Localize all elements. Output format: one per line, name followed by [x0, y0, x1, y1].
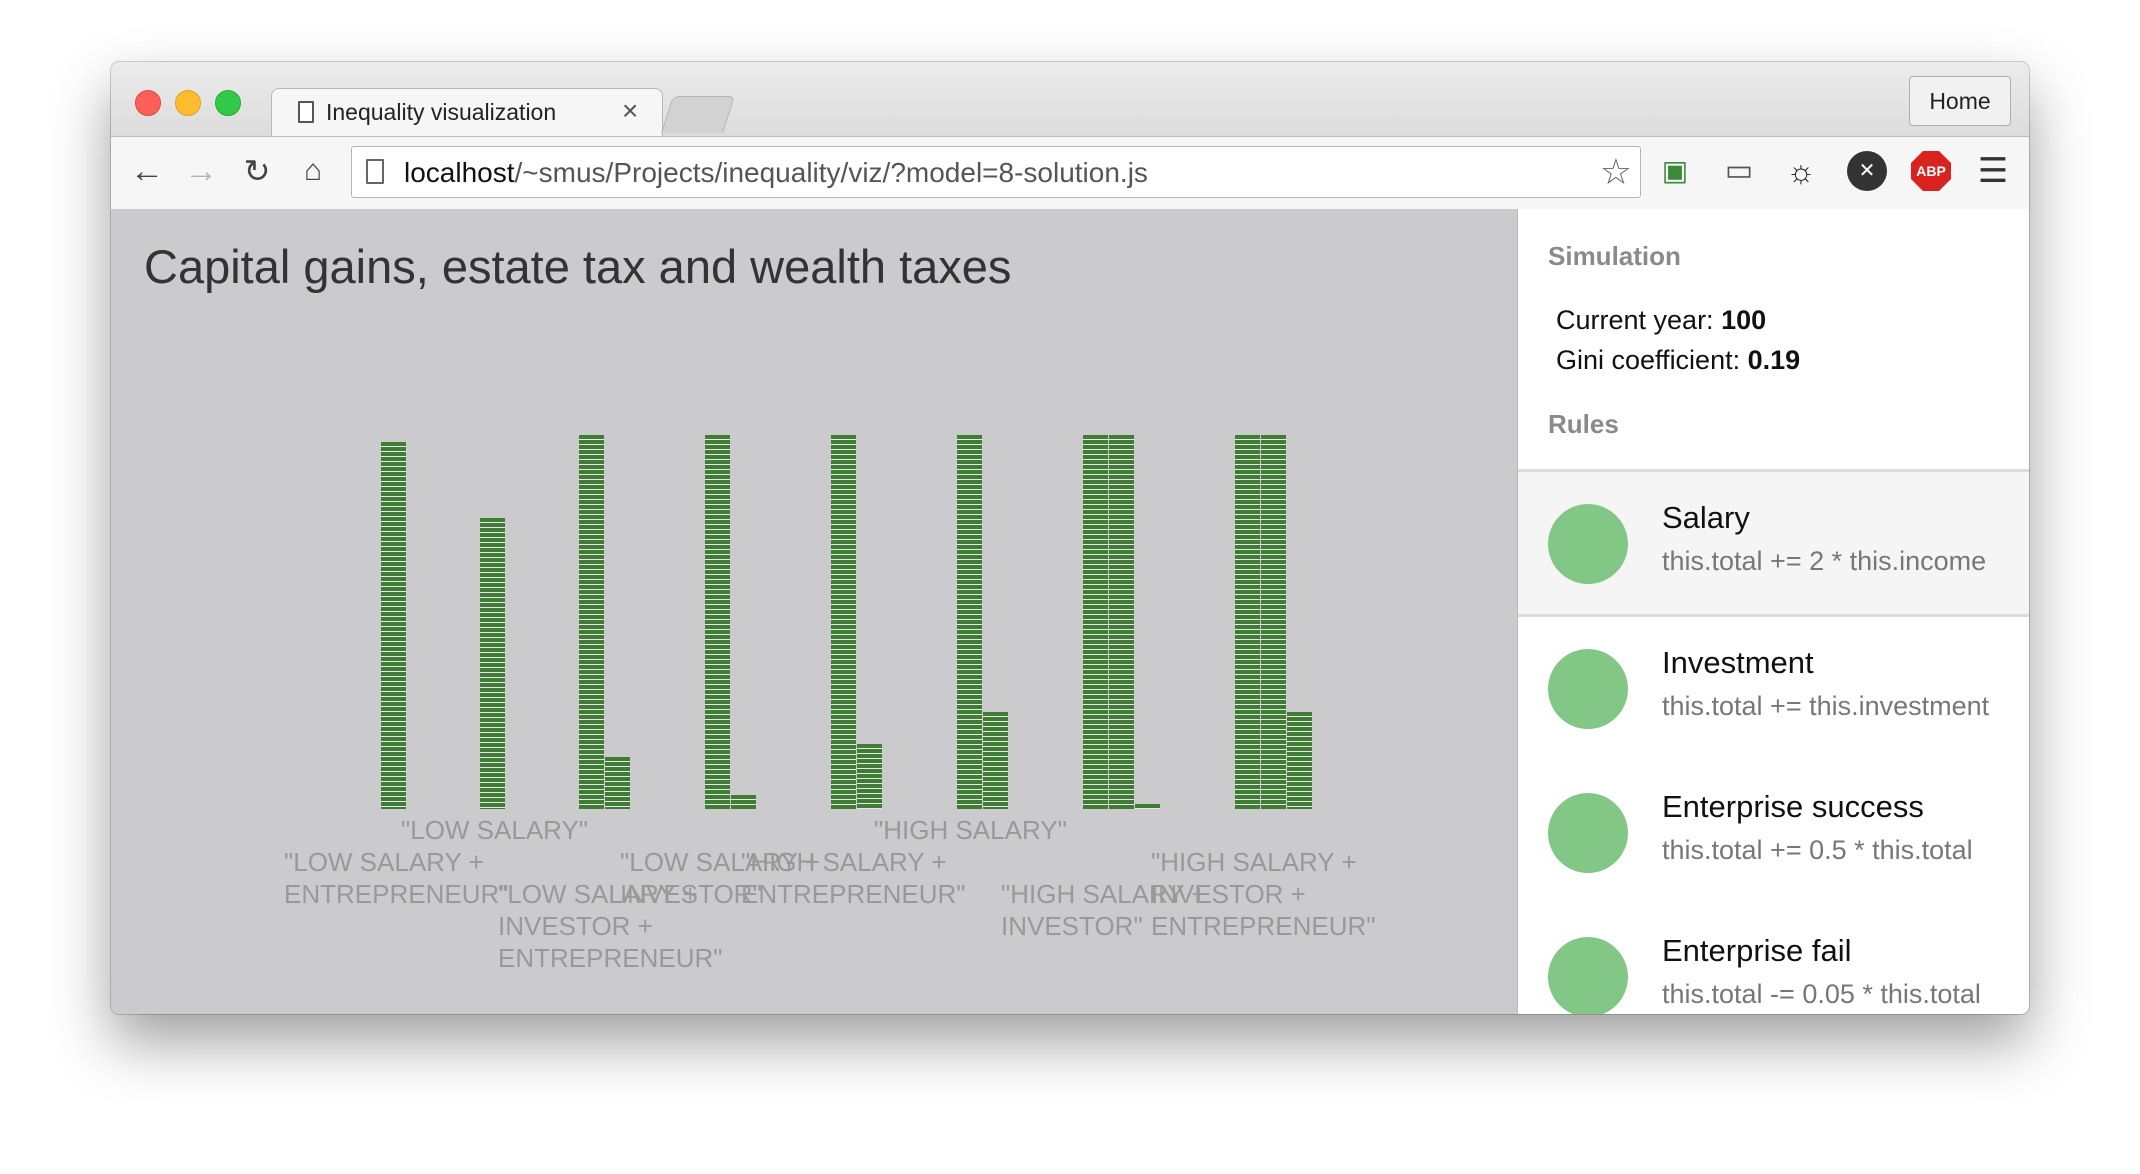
rule-code: this.total += 2 * this.income [1662, 546, 1987, 576]
main-content: Capital gains, estate tax and wealth tax… [111, 209, 1517, 1014]
wealth-bar [1109, 435, 1134, 809]
category-label-line: ENTREPRENEUR" [498, 943, 723, 973]
gini-value: 0.19 [1747, 345, 1801, 375]
wealth-bar [1287, 712, 1312, 809]
url-host: localhost [404, 157, 515, 188]
wealth-bar [579, 435, 604, 809]
url-path: /~smus/Projects/inequality/viz/?model=8-… [514, 157, 1148, 188]
category-label-line: "HIGH SALARY + [741, 847, 947, 877]
wealth-bar [480, 518, 505, 809]
back-arrow-icon[interactable]: ← [127, 151, 167, 191]
browser-toolbar: ← → ↻ ⌂ localhost/~smus/Projects/inequal… [111, 136, 2029, 210]
rule-code: this.total -= 0.05 * this.total [1662, 979, 1981, 1009]
sidebar: Simulation Current year: 100 Gini coeffi… [1517, 209, 2029, 1014]
category-label-line: "LOW SALARY" [401, 815, 589, 845]
tab-title: Inequality visualization [326, 99, 557, 125]
rule-name: Enterprise success [1662, 789, 1924, 824]
maximize-window-button[interactable] [215, 90, 241, 116]
document-icon [298, 101, 314, 123]
extension-close-icon[interactable]: ✕ [1847, 151, 1887, 191]
rule-status-indicator [1548, 504, 1628, 584]
wealth-bar [831, 435, 856, 809]
current-year: Current year: 100 [1556, 305, 1766, 336]
rule-code: this.total += this.investment [1662, 691, 1990, 721]
close-window-button[interactable] [135, 90, 161, 116]
current-year-value: 100 [1721, 305, 1767, 335]
wealth-bar [1135, 804, 1160, 809]
category-label-line: INVESTOR + [1151, 879, 1306, 909]
forward-arrow-icon[interactable]: → [181, 151, 221, 191]
rule-code: this.total += 0.5 * this.total [1662, 835, 1973, 865]
category-label-line: ENTREPRENEUR" [741, 879, 966, 909]
rule-enterprise-fail[interactable]: Enterprise fail this.total -= 0.05 * thi… [1518, 905, 2029, 1014]
category-label-line: "LOW SALARY + [498, 879, 698, 909]
reload-icon[interactable]: ↻ [237, 151, 277, 191]
browser-window: Inequality visualization × Home ← → ↻ ⌂ … [111, 62, 2029, 1014]
category-label: "LOW SALARY + INVESTOR + ENTREPRENEUR" [498, 878, 722, 974]
wealth-bar [983, 712, 1008, 809]
rule-status-indicator [1548, 649, 1628, 729]
minimize-window-button[interactable] [175, 90, 201, 116]
category-label-line: ENTREPRENEUR" [1151, 911, 1376, 941]
menu-icon[interactable]: ☰ [1973, 151, 2013, 191]
cast-icon[interactable]: ▭ [1719, 151, 1759, 191]
wealth-bar [1083, 435, 1108, 809]
wealth-bar [381, 442, 406, 809]
wealth-bar [705, 435, 730, 809]
category-label: "LOW SALARY + ENTREPRENEUR" [284, 846, 508, 910]
rule-salary[interactable]: Salary this.total += 2 * this.income [1518, 469, 2029, 617]
category-label-line: "LOW SALARY + [284, 847, 484, 877]
category-label-line: INVESTOR + [498, 911, 653, 941]
extension-screenshot-icon[interactable]: ▣ [1655, 151, 1695, 191]
title-bar: Inequality visualization × Home [111, 62, 2029, 137]
adblock-icon[interactable]: ABP [1911, 151, 1951, 191]
simulation-heading: Simulation [1548, 241, 1681, 271]
category-label: "HIGH SALARY" [874, 814, 1067, 846]
home-icon[interactable]: ⌂ [293, 151, 333, 191]
bookmark-star-icon[interactable]: ☆ [1600, 151, 1632, 193]
wealth-bar [857, 744, 882, 809]
tab-close-icon[interactable]: × [622, 95, 638, 127]
rule-status-indicator [1548, 937, 1628, 1014]
url-text: localhost/~smus/Projects/inequality/viz/… [404, 157, 1148, 189]
category-label: "LOW SALARY" [401, 814, 588, 846]
category-label-line: "HIGH SALARY" [874, 815, 1067, 845]
rules-heading: Rules [1548, 409, 1619, 439]
wealth-bar [1261, 435, 1286, 809]
rule-status-indicator [1548, 793, 1628, 873]
new-tab-button[interactable] [660, 96, 736, 133]
category-label-line: ENTREPRENEUR" [284, 879, 509, 909]
wealth-bar [605, 757, 630, 809]
wealth-bar [731, 795, 756, 809]
current-year-label: Current year: [1556, 305, 1714, 335]
rule-enterprise-success[interactable]: Enterprise success this.total += 0.5 * t… [1518, 761, 2029, 903]
category-label-line: "HIGH SALARY + [1151, 847, 1357, 877]
category-label: "HIGH SALARY + ENTREPRENEUR" [741, 846, 965, 910]
address-bar[interactable]: localhost/~smus/Projects/inequality/viz/… [351, 146, 1641, 198]
page-info-icon[interactable] [366, 159, 384, 184]
browser-tab[interactable]: Inequality visualization × [271, 88, 663, 137]
rule-name: Investment [1662, 645, 1814, 680]
gini-label: Gini coefficient: [1556, 345, 1741, 375]
rule-investment[interactable]: Investment this.total += this.investment [1518, 617, 2029, 759]
gini-coefficient: Gini coefficient: 0.19 [1556, 345, 1800, 376]
rule-name: Salary [1662, 500, 1750, 535]
bulb-icon[interactable]: ☼ [1781, 151, 1821, 191]
category-label: "HIGH SALARY + INVESTOR + ENTREPRENEUR" [1151, 846, 1375, 942]
rule-name: Enterprise fail [1662, 933, 1852, 968]
page-title: Capital gains, estate tax and wealth tax… [144, 240, 1012, 293]
wealth-bar [957, 435, 982, 809]
home-profile-button[interactable]: Home [1909, 76, 2011, 126]
wealth-bar [1235, 435, 1260, 809]
